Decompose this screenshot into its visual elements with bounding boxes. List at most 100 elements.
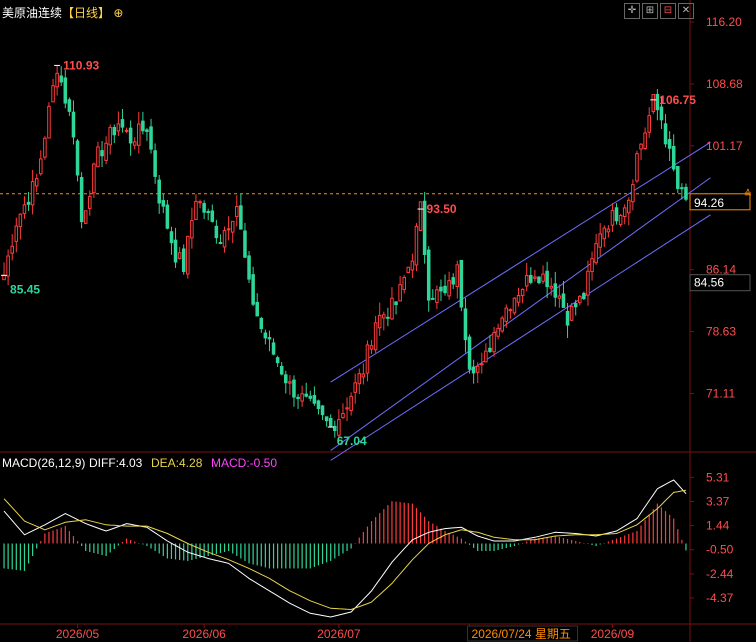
time-label: 2026/05: [56, 627, 100, 641]
candle-body: [92, 163, 96, 194]
candle-body: [214, 225, 219, 239]
candle-body: [104, 142, 108, 161]
candle-body: [537, 276, 541, 284]
candle-body: [67, 99, 72, 112]
close-icon[interactable]: ✕: [678, 3, 694, 19]
candle-body: [492, 332, 496, 353]
candle-body: [190, 220, 194, 239]
macd-tick-label: -2.44: [706, 567, 734, 581]
macd-legend-item: DEA:4.28: [151, 456, 203, 470]
candle-body: [353, 382, 357, 393]
marker-price-label: 84.56: [694, 276, 724, 290]
channel-line-upper: [330, 141, 711, 383]
macd-tick-label: -0.50: [706, 543, 734, 557]
price-arrow-icon: ≙: [744, 188, 752, 200]
candle-body: [655, 93, 660, 111]
candle-body: [300, 393, 304, 402]
candle-body: [165, 204, 170, 229]
candle-body: [500, 317, 504, 332]
candle-body: [386, 316, 390, 319]
candle-body: [569, 305, 574, 321]
price-tick-label: 78.63: [706, 325, 736, 339]
macd-tick-label: 5.31: [706, 470, 730, 484]
candle-body: [259, 317, 264, 330]
candle-body: [676, 166, 680, 189]
macd-tick-label: 3.37: [706, 495, 730, 509]
candle-body: [443, 285, 447, 294]
candle-body: [508, 309, 513, 312]
candle-body: [349, 395, 353, 412]
candle-body: [279, 365, 284, 375]
candle-body: [71, 111, 76, 138]
candle-body: [557, 295, 562, 299]
candle-body: [659, 106, 664, 121]
candle-body: [516, 295, 521, 303]
candle-body: [132, 141, 137, 146]
candle-body: [161, 200, 166, 207]
annotation-high: 106.75: [659, 93, 696, 107]
annotation-low: 67.04: [337, 434, 367, 448]
candle-body: [157, 179, 161, 204]
candle-body: [141, 120, 145, 132]
candle-body: [271, 342, 276, 355]
candle-body: [333, 425, 337, 432]
candle-body: [402, 276, 406, 290]
candle-body: [578, 295, 582, 304]
candle-body: [524, 274, 529, 287]
grid-icon[interactable]: ⊞: [642, 3, 658, 19]
candle-body: [533, 276, 537, 279]
candle-body: [145, 129, 149, 132]
candle-body: [137, 123, 141, 146]
candle-body: [328, 418, 333, 427]
candle-body: [320, 405, 325, 416]
candle-body: [357, 373, 362, 385]
candle-body: [422, 200, 427, 256]
crosshair-settings-icon[interactable]: ⊕: [113, 6, 123, 20]
candle-icon[interactable]: ⊟: [660, 3, 676, 19]
candle-body: [22, 204, 27, 215]
candle-body: [418, 201, 423, 231]
annotation-low: 85.45: [10, 282, 40, 296]
candle-body: [51, 85, 55, 103]
candle-body: [47, 105, 51, 139]
candle-body: [373, 322, 378, 351]
price-tick-label: 101.17: [706, 139, 743, 153]
candle-body: [680, 187, 684, 190]
candle-body: [345, 407, 349, 410]
candle-body: [267, 337, 272, 340]
candle-body: [667, 139, 672, 149]
candle-body: [549, 285, 553, 289]
candle-body: [377, 314, 382, 329]
candle-body: [631, 184, 635, 203]
candle-body: [606, 228, 611, 233]
candle-body: [451, 277, 455, 285]
price-tick-label: 71.11: [706, 387, 735, 401]
candle-body: [541, 273, 545, 282]
candle-body: [663, 123, 668, 145]
candle-body: [251, 274, 255, 305]
candle-body: [643, 132, 647, 149]
candle-body: [247, 255, 251, 280]
candle-body: [406, 266, 411, 274]
candle-body: [610, 209, 615, 226]
candle-body: [369, 345, 374, 350]
candle-body: [529, 274, 533, 283]
candle-body: [639, 143, 643, 150]
candle-body: [435, 289, 439, 303]
candle-body: [622, 207, 627, 218]
candle-body: [475, 365, 480, 373]
macd-tick-label: -4.37: [706, 591, 734, 605]
candle-body: [337, 419, 341, 436]
candle-body: [177, 252, 182, 259]
candle-body: [226, 228, 231, 231]
candle-body: [198, 201, 202, 204]
candle-body: [582, 292, 586, 300]
candle-body: [18, 213, 23, 228]
expand-icon[interactable]: ✛: [624, 3, 640, 19]
candle-body: [684, 186, 688, 200]
candle-body: [239, 205, 243, 230]
candle-body: [292, 379, 296, 398]
candle-body: [30, 181, 35, 206]
candle-body: [426, 249, 431, 301]
period-label[interactable]: 【日线】: [62, 6, 110, 20]
